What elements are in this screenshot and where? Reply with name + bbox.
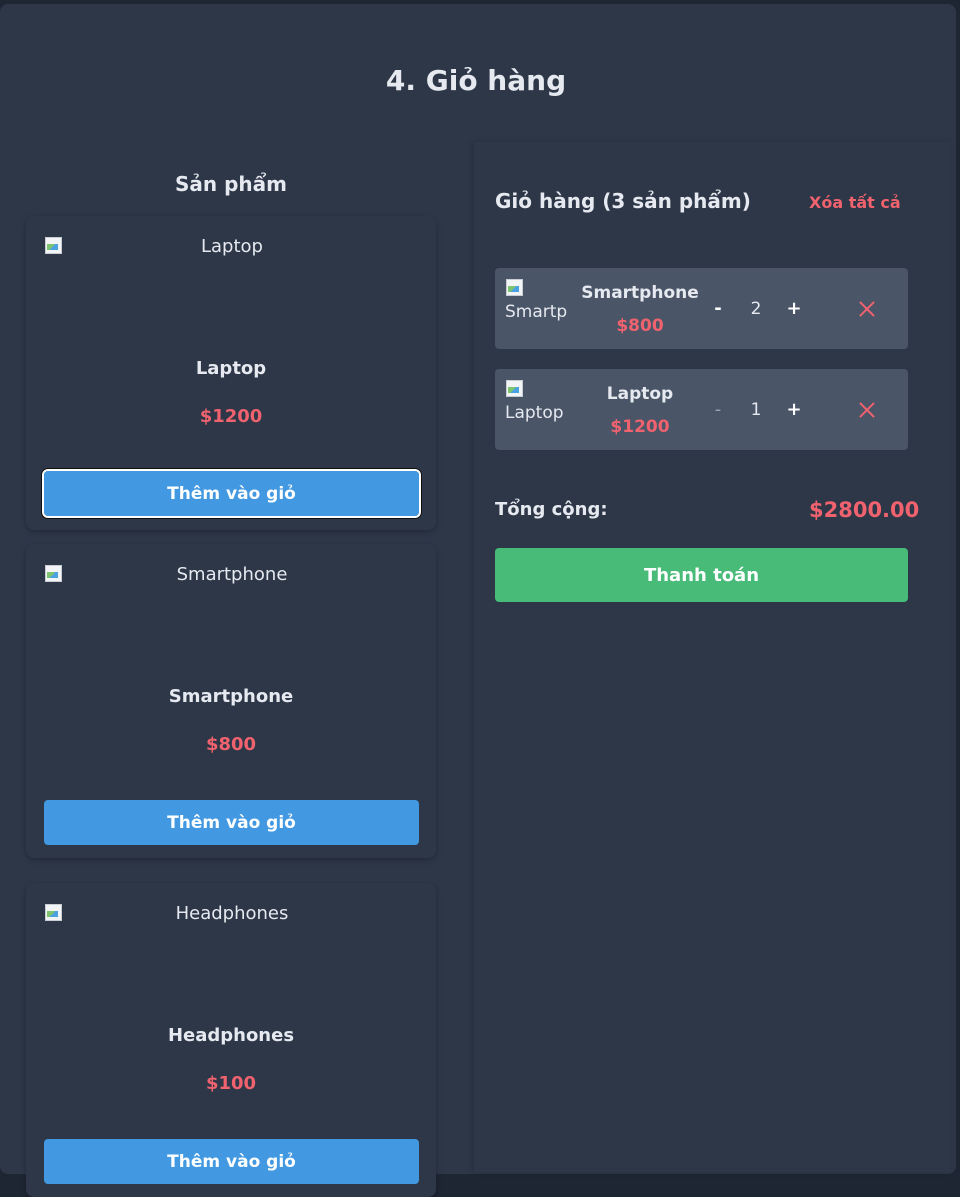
product-card-laptop: Laptop Laptop $1200 Thêm vào giỏ bbox=[26, 216, 436, 530]
product-image: Smartphone bbox=[44, 564, 420, 664]
product-name: Smartphone bbox=[168, 686, 294, 707]
cart-item-laptop: Laptop Laptop $1200 - 1 + bbox=[495, 369, 908, 450]
checkout-button[interactable]: Thanh toán bbox=[495, 548, 908, 602]
close-icon[interactable] bbox=[856, 399, 878, 421]
product-image-alt: Smartphone bbox=[176, 564, 288, 585]
product-price: $1200 bbox=[199, 406, 263, 427]
product-name: Laptop bbox=[195, 358, 267, 379]
total-value: $2800.00 bbox=[809, 498, 920, 522]
broken-image-icon bbox=[44, 236, 62, 254]
add-to-cart-button[interactable]: Thêm vào giỏ bbox=[42, 469, 421, 518]
cart-item-image-alt: Smartp bbox=[505, 302, 567, 322]
page-title: 4. Giỏ hàng bbox=[385, 64, 567, 97]
cart-item-name: Laptop bbox=[606, 384, 674, 404]
cart-item-qty: 1 bbox=[750, 400, 762, 420]
increase-qty-button[interactable]: + bbox=[784, 296, 804, 320]
cart-item-price: $1200 bbox=[610, 417, 670, 437]
add-to-cart-button[interactable]: Thêm vào giỏ bbox=[44, 1139, 419, 1184]
product-card-smartphone: Smartphone Smartphone $800 Thêm vào giỏ bbox=[26, 544, 436, 858]
add-to-cart-button[interactable]: Thêm vào giỏ bbox=[44, 800, 419, 845]
cart-panel: Giỏ hàng (3 sản phẩm) Xóa tất cả Smartp … bbox=[474, 142, 950, 1172]
cart-item-image: Smartp bbox=[505, 278, 567, 328]
cart-item-smartphone: Smartp Smartphone $800 - 2 + bbox=[495, 268, 908, 349]
broken-image-icon bbox=[44, 564, 62, 582]
product-name: Headphones bbox=[167, 1025, 295, 1046]
close-icon[interactable] bbox=[856, 298, 878, 320]
product-card-headphones: Headphones Headphones $100 Thêm vào giỏ bbox=[26, 883, 436, 1197]
cart-item-image-alt: Laptop bbox=[505, 403, 564, 423]
increase-qty-button[interactable]: + bbox=[784, 397, 804, 421]
product-image-alt: Headphones bbox=[175, 903, 289, 924]
product-price: $100 bbox=[205, 1073, 257, 1094]
product-image: Laptop bbox=[44, 236, 420, 336]
total-label: Tổng cộng: bbox=[495, 499, 608, 520]
cart-item-name: Smartphone bbox=[581, 283, 699, 303]
broken-image-icon bbox=[44, 903, 62, 921]
cart-item-price: $800 bbox=[616, 316, 664, 336]
cart-item-image: Laptop bbox=[505, 379, 567, 429]
cart-item-qty: 2 bbox=[750, 299, 762, 319]
products-section: Sản phẩm Laptop Laptop $1200 Thêm vào gi… bbox=[26, 164, 436, 1197]
product-image: Headphones bbox=[44, 903, 420, 1003]
decrease-qty-button[interactable]: - bbox=[708, 296, 728, 320]
product-image-alt: Laptop bbox=[201, 236, 263, 257]
broken-image-icon bbox=[505, 379, 523, 397]
app-frame: 4. Giỏ hàng Sản phẩm Laptop Laptop $1200… bbox=[0, 4, 956, 1197]
broken-image-icon bbox=[505, 278, 523, 296]
products-title: Sản phẩm bbox=[175, 172, 287, 196]
clear-cart-button[interactable]: Xóa tất cả bbox=[809, 193, 901, 212]
decrease-qty-button[interactable]: - bbox=[708, 397, 728, 421]
cart-title: Giỏ hàng (3 sản phẩm) bbox=[495, 189, 751, 213]
product-price: $800 bbox=[205, 734, 257, 755]
